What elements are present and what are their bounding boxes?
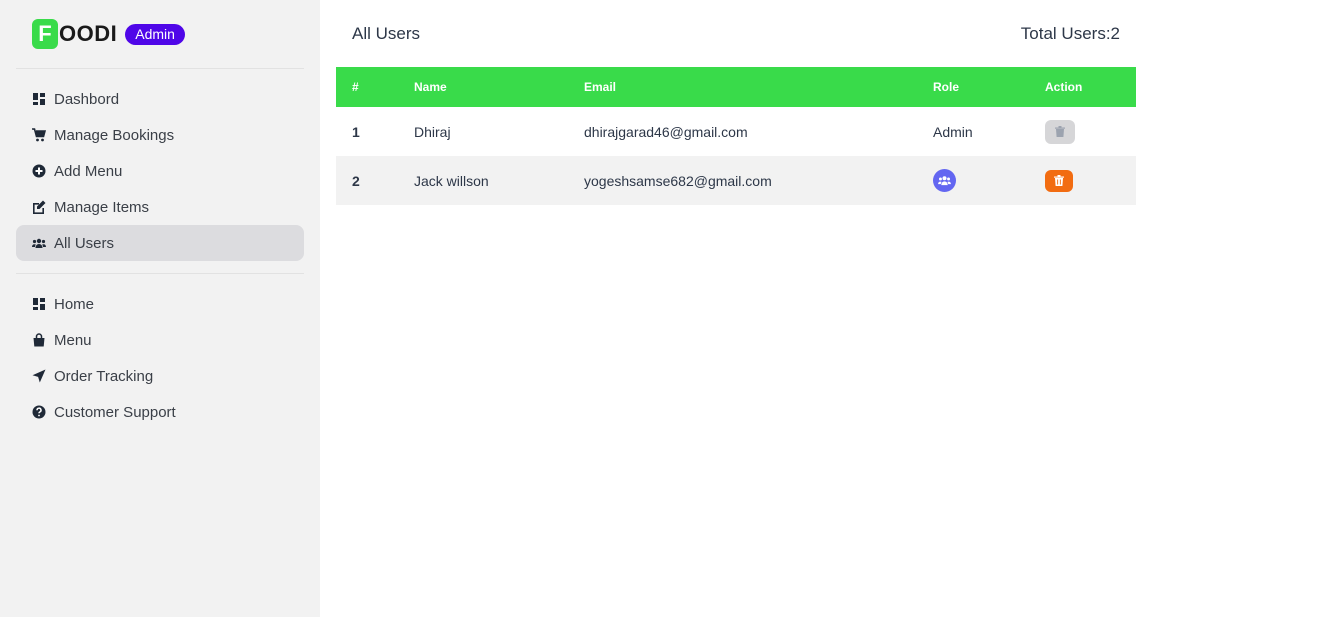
dashboard-icon <box>32 92 46 106</box>
user-role <box>917 156 1029 205</box>
page-title: All Users <box>352 23 421 43</box>
admin-badge: Admin <box>125 23 185 45</box>
brand-header: F OODI Admin <box>16 0 304 69</box>
row-index: 1 <box>352 123 360 140</box>
row-index: 2 <box>352 172 360 189</box>
users-icon <box>938 176 951 186</box>
site-nav: Home Menu Order Tracking Customer Suppor… <box>16 273 304 430</box>
sidebar-item-manage-bookings[interactable]: Manage Bookings <box>16 117 304 153</box>
dashboard-icon <box>32 297 46 311</box>
sidebar-item-label: All Users <box>54 234 115 252</box>
column-header-index: # <box>352 80 359 94</box>
user-email: dhirajgarad46@gmail.com <box>584 123 748 140</box>
user-name: Jack willson <box>414 172 489 189</box>
edit-icon <box>32 200 46 214</box>
users-panel: All Users Total Users:2 # Name Email Rol… <box>336 0 1136 205</box>
sidebar-item-label: Customer Support <box>54 403 176 421</box>
users-icon <box>32 236 46 250</box>
sidebar-item-customer-support[interactable]: Customer Support <box>16 394 304 430</box>
column-header-name: Name <box>414 80 447 94</box>
sidebar-item-label: Dashbord <box>54 90 120 108</box>
trash-icon <box>1055 126 1065 137</box>
sidebar-item-label: Home <box>54 295 95 313</box>
sidebar-item-label: Order Tracking <box>54 367 154 385</box>
delete-user-button[interactable] <box>1045 169 1073 192</box>
admin-nav: Dashbord Manage Bookings Add Menu Manage… <box>16 69 304 261</box>
main-content: All Users Total Users:2 # Name Email Rol… <box>320 0 1343 617</box>
shopping-bag-icon <box>32 333 46 347</box>
sidebar-item-home[interactable]: Home <box>16 286 304 322</box>
sidebar-item-label: Menu <box>54 331 92 349</box>
sidebar: F OODI Admin Dashbord Manage Bookings Ad… <box>0 0 320 617</box>
sidebar-item-dashboard[interactable]: Dashbord <box>16 81 304 117</box>
make-admin-button[interactable] <box>933 169 956 192</box>
table-header-row: # Name Email Role Action <box>336 67 1136 107</box>
column-header-role: Role <box>933 80 960 94</box>
sidebar-item-manage-items[interactable]: Manage Items <box>16 189 304 225</box>
column-header-action: Action <box>1045 80 1083 94</box>
sidebar-item-menu[interactable]: Menu <box>16 322 304 358</box>
logo-text: OODI <box>59 21 118 46</box>
table-row: 1 Dhiraj dhirajgarad46@gmail.com Admin <box>336 107 1136 156</box>
sidebar-item-label: Add Menu <box>54 162 123 180</box>
user-role: Admin <box>933 123 973 140</box>
users-table: # Name Email Role Action 1 Dhiraj dhiraj… <box>336 67 1136 205</box>
trash-icon <box>1054 175 1064 186</box>
column-header-email: Email <box>584 80 617 94</box>
sidebar-item-label: Manage Bookings <box>54 126 175 144</box>
sidebar-item-order-tracking[interactable]: Order Tracking <box>16 358 304 394</box>
delete-user-button-disabled[interactable] <box>1045 119 1075 144</box>
sidebar-item-add-menu[interactable]: Add Menu <box>16 153 304 189</box>
table-row: 2 Jack willson yogeshsamse682@gmail.com <box>336 156 1136 205</box>
question-circle-icon <box>32 405 46 419</box>
sidebar-item-label: Manage Items <box>54 198 150 216</box>
action-cell <box>1029 107 1136 156</box>
user-name: Dhiraj <box>414 123 451 140</box>
page-header: All Users Total Users:2 <box>336 0 1136 67</box>
cart-icon <box>32 128 46 142</box>
plus-circle-icon <box>32 164 46 178</box>
user-email: yogeshsamse682@gmail.com <box>584 172 772 189</box>
location-arrow-icon <box>32 369 46 383</box>
total-users-count: Total Users:2 <box>1020 23 1120 43</box>
action-cell <box>1029 156 1136 205</box>
logo[interactable]: F OODI <box>32 19 117 49</box>
sidebar-item-all-users[interactable]: All Users <box>16 225 304 261</box>
app-root: F OODI Admin Dashbord Manage Bookings Ad… <box>0 0 1343 617</box>
logo-mark: F <box>32 19 58 49</box>
